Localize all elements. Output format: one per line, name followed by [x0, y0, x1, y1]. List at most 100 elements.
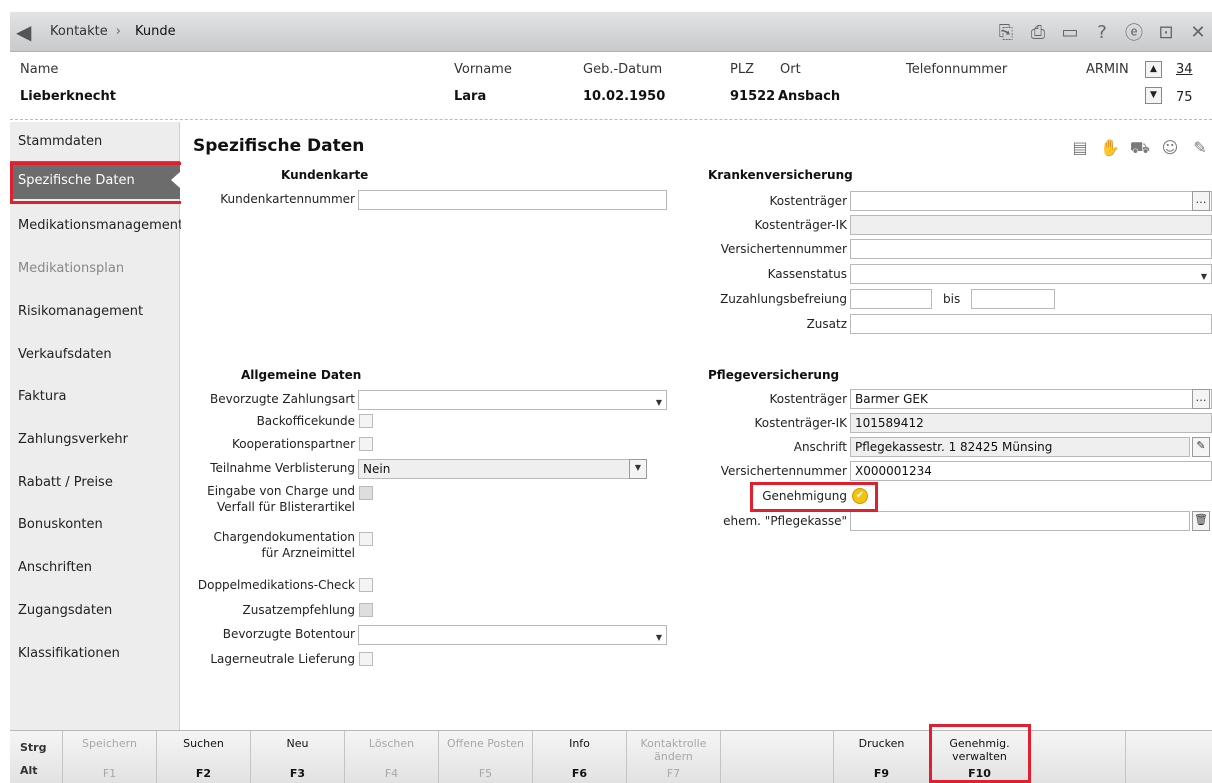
trash-icon[interactable]: 🗑 [1192, 511, 1210, 531]
toolbar-icons: ⎘ ⎙ ▭ ? ⓔ ⊡ ✕ [996, 12, 1212, 52]
fkey-empty-f12[interactable] [1125, 731, 1212, 783]
back-arrow-icon[interactable]: ◀ [16, 20, 44, 44]
fkey-neu[interactable]: Neu F3 [250, 731, 344, 783]
kv-kassenstatus-select[interactable]: ▼ [850, 264, 1212, 284]
help-icon[interactable]: ? [1092, 22, 1112, 43]
card-icon[interactable]: ▤ [1068, 138, 1092, 158]
lagerneutral-checkbox[interactable] [359, 652, 373, 666]
sidebar-item-bonuskonten[interactable]: Bonuskonten [10, 505, 180, 543]
header-vorname-label: Vorname [454, 62, 512, 77]
edit-person-icon[interactable]: ✎ [1188, 138, 1212, 158]
sidebar-item-klassifikationen[interactable]: Klassifikationen [10, 634, 180, 672]
pv-kostentraeger-lookup-button[interactable]: … [1192, 389, 1210, 409]
fkey-loeschen[interactable]: Löschen F4 [344, 731, 438, 783]
lagerneutral-label: Lagerneutrale Lieferung [210, 652, 355, 666]
sidebar: Stammdaten Spezifische Daten Medikations… [10, 122, 183, 730]
title-bar: ◀ Kontakte › Kunde ⎘ ⎙ ▭ ? ⓔ ⊡ ✕ [10, 12, 1212, 52]
kooperation-label: Kooperationspartner [231, 437, 355, 451]
modifier-strg: Strg [20, 741, 47, 754]
fkey-empty-f11[interactable] [1029, 731, 1125, 783]
header-plz-value: 91522 [730, 89, 776, 104]
pv-ehem-input[interactable] [850, 511, 1190, 531]
highlight-frame-genehmigung [750, 482, 878, 512]
section-krankenversicherung: Krankenversicherung [708, 168, 853, 182]
verblisterung-label: Teilnahme Verblisterung [210, 461, 355, 475]
chevron-down-icon: ▼ [655, 633, 662, 642]
kv-zuzahlung-from-input[interactable] [850, 289, 932, 309]
header-telefon-label: Telefonnummer [906, 62, 1008, 77]
people-icon[interactable]: ☺ [1158, 138, 1182, 158]
section-kundenkarte: Kundenkarte [281, 168, 369, 182]
chargendok-checkbox[interactable] [359, 532, 373, 546]
scroll-up-button[interactable]: ▲ [1145, 61, 1162, 78]
sidebar-item-rabatt-preise[interactable]: Rabatt / Preise [10, 463, 180, 501]
kv-kostentraeger-lookup-button[interactable]: … [1192, 191, 1210, 211]
header-ort-value: Ansbach [778, 89, 841, 104]
header-geb-value: 10.02.1950 [583, 89, 666, 104]
pencil-icon[interactable]: ✎ [1192, 437, 1210, 457]
kooperation-checkbox[interactable] [359, 437, 373, 451]
botentour-label: Bevorzugte Botentour [222, 627, 355, 641]
main-panel: Spezifische Daten ▤ ✋ ⛟ ☺ ✎ Kundenkarte … [181, 122, 1212, 730]
fkey-offene-posten[interactable]: Offene Posten F5 [438, 731, 532, 783]
zahlungsart-select[interactable]: ▼ [358, 390, 667, 410]
breadcrumb-separator: › [115, 24, 121, 39]
sidebar-item-faktura[interactable]: Faktura [10, 377, 180, 415]
pv-versichertennummer-input[interactable]: X000001234 [850, 461, 1212, 481]
close-icon[interactable]: ✕ [1188, 22, 1208, 43]
modifier-keys: Strg Alt [10, 731, 62, 783]
header-geb-label: Geb.-Datum [583, 62, 663, 77]
kv-kostentraeger-label: Kostenträger [769, 194, 847, 208]
kv-kostentraeger-input[interactable] [850, 191, 1212, 211]
car-icon[interactable]: ⛟ [1128, 138, 1152, 158]
record-counter-top: 34 [1176, 62, 1193, 77]
doppelmedikation-checkbox[interactable] [359, 578, 373, 592]
monitor-icon[interactable]: ▭ [1060, 22, 1080, 43]
fkey-suchen[interactable]: Suchen F2 [156, 731, 250, 783]
chevron-down-icon: ▼ [655, 398, 662, 407]
customer-header: Name Vorname Geb.-Datum PLZ Ort Telefonn… [10, 54, 1212, 120]
sidebar-item-medikationsplan[interactable]: Medikationsplan [10, 249, 180, 287]
fkey-speichern[interactable]: Speichern F1 [62, 731, 156, 783]
pv-kostentraeger-input[interactable]: Barmer GEK [850, 389, 1212, 409]
clipboard-icon[interactable]: ⎘ [996, 22, 1016, 43]
fkey-empty-f8[interactable] [720, 731, 833, 783]
sidebar-item-zugangsdaten[interactable]: Zugangsdaten [10, 591, 180, 629]
handshake-icon[interactable]: ✋ [1098, 138, 1122, 158]
fkey-drucken[interactable]: Drucken F9 [833, 731, 929, 783]
verblisterung-select[interactable]: Nein [358, 459, 647, 479]
fkey-info[interactable]: Info F6 [532, 731, 626, 783]
botentour-select[interactable]: ▼ [358, 625, 667, 645]
sidebar-item-anschriften[interactable]: Anschriften [10, 548, 180, 586]
sidebar-item-medikationsmanagement[interactable]: Medikationsmanagement [10, 206, 183, 244]
kv-versichertennummer-input[interactable] [850, 239, 1212, 259]
verblisterung-dropdown-button[interactable]: ▼ [629, 459, 647, 479]
sidebar-item-zahlungsverkehr[interactable]: Zahlungsverkehr [10, 420, 180, 458]
e-icon[interactable]: ⓔ [1124, 19, 1144, 45]
zusatzempfehlung-checkbox[interactable] [359, 603, 373, 617]
header-name-value: Lieberknecht [20, 89, 116, 104]
modifier-alt: Alt [20, 764, 38, 777]
pv-anschrift-label: Anschrift [793, 440, 847, 454]
pv-ik-input: 101589412 [850, 413, 1212, 433]
header-vorname-value: Lara [454, 89, 487, 104]
zusatzempfehlung-label: Zusatzempfehlung [242, 603, 356, 617]
zahlungsart-label: Bevorzugte Zahlungsart [209, 392, 355, 406]
sidebar-item-stammdaten[interactable]: Stammdaten [10, 122, 180, 160]
sidebar-item-verkaufsdaten[interactable]: Verkaufsdaten [10, 335, 180, 373]
backoffice-checkbox[interactable] [359, 414, 373, 428]
breadcrumb-root[interactable]: Kontakte [50, 24, 108, 39]
kv-zuzahlung-to-input[interactable] [971, 289, 1055, 309]
kv-zusatz-label: Zusatz [806, 317, 847, 331]
window-icon[interactable]: ⊡ [1156, 22, 1176, 43]
print-icon[interactable]: ⎙ [1028, 22, 1048, 43]
charge-checkbox[interactable] [359, 486, 373, 500]
pv-anschrift-input: Pflegekassestr. 1 82425 Münsing [850, 437, 1190, 457]
fkey-kontaktrolle[interactable]: Kontaktrolle ändern F7 [626, 731, 720, 783]
kv-ik-label: Kostenträger-IK [754, 218, 847, 232]
kv-kassenstatus-label: Kassenstatus [767, 267, 847, 281]
kv-zusatz-input[interactable] [850, 314, 1212, 334]
sidebar-item-risikomanagement[interactable]: Risikomanagement [10, 292, 180, 330]
kundenkartennummer-input[interactable] [358, 190, 667, 210]
scroll-down-button[interactable]: ▼ [1145, 87, 1162, 104]
